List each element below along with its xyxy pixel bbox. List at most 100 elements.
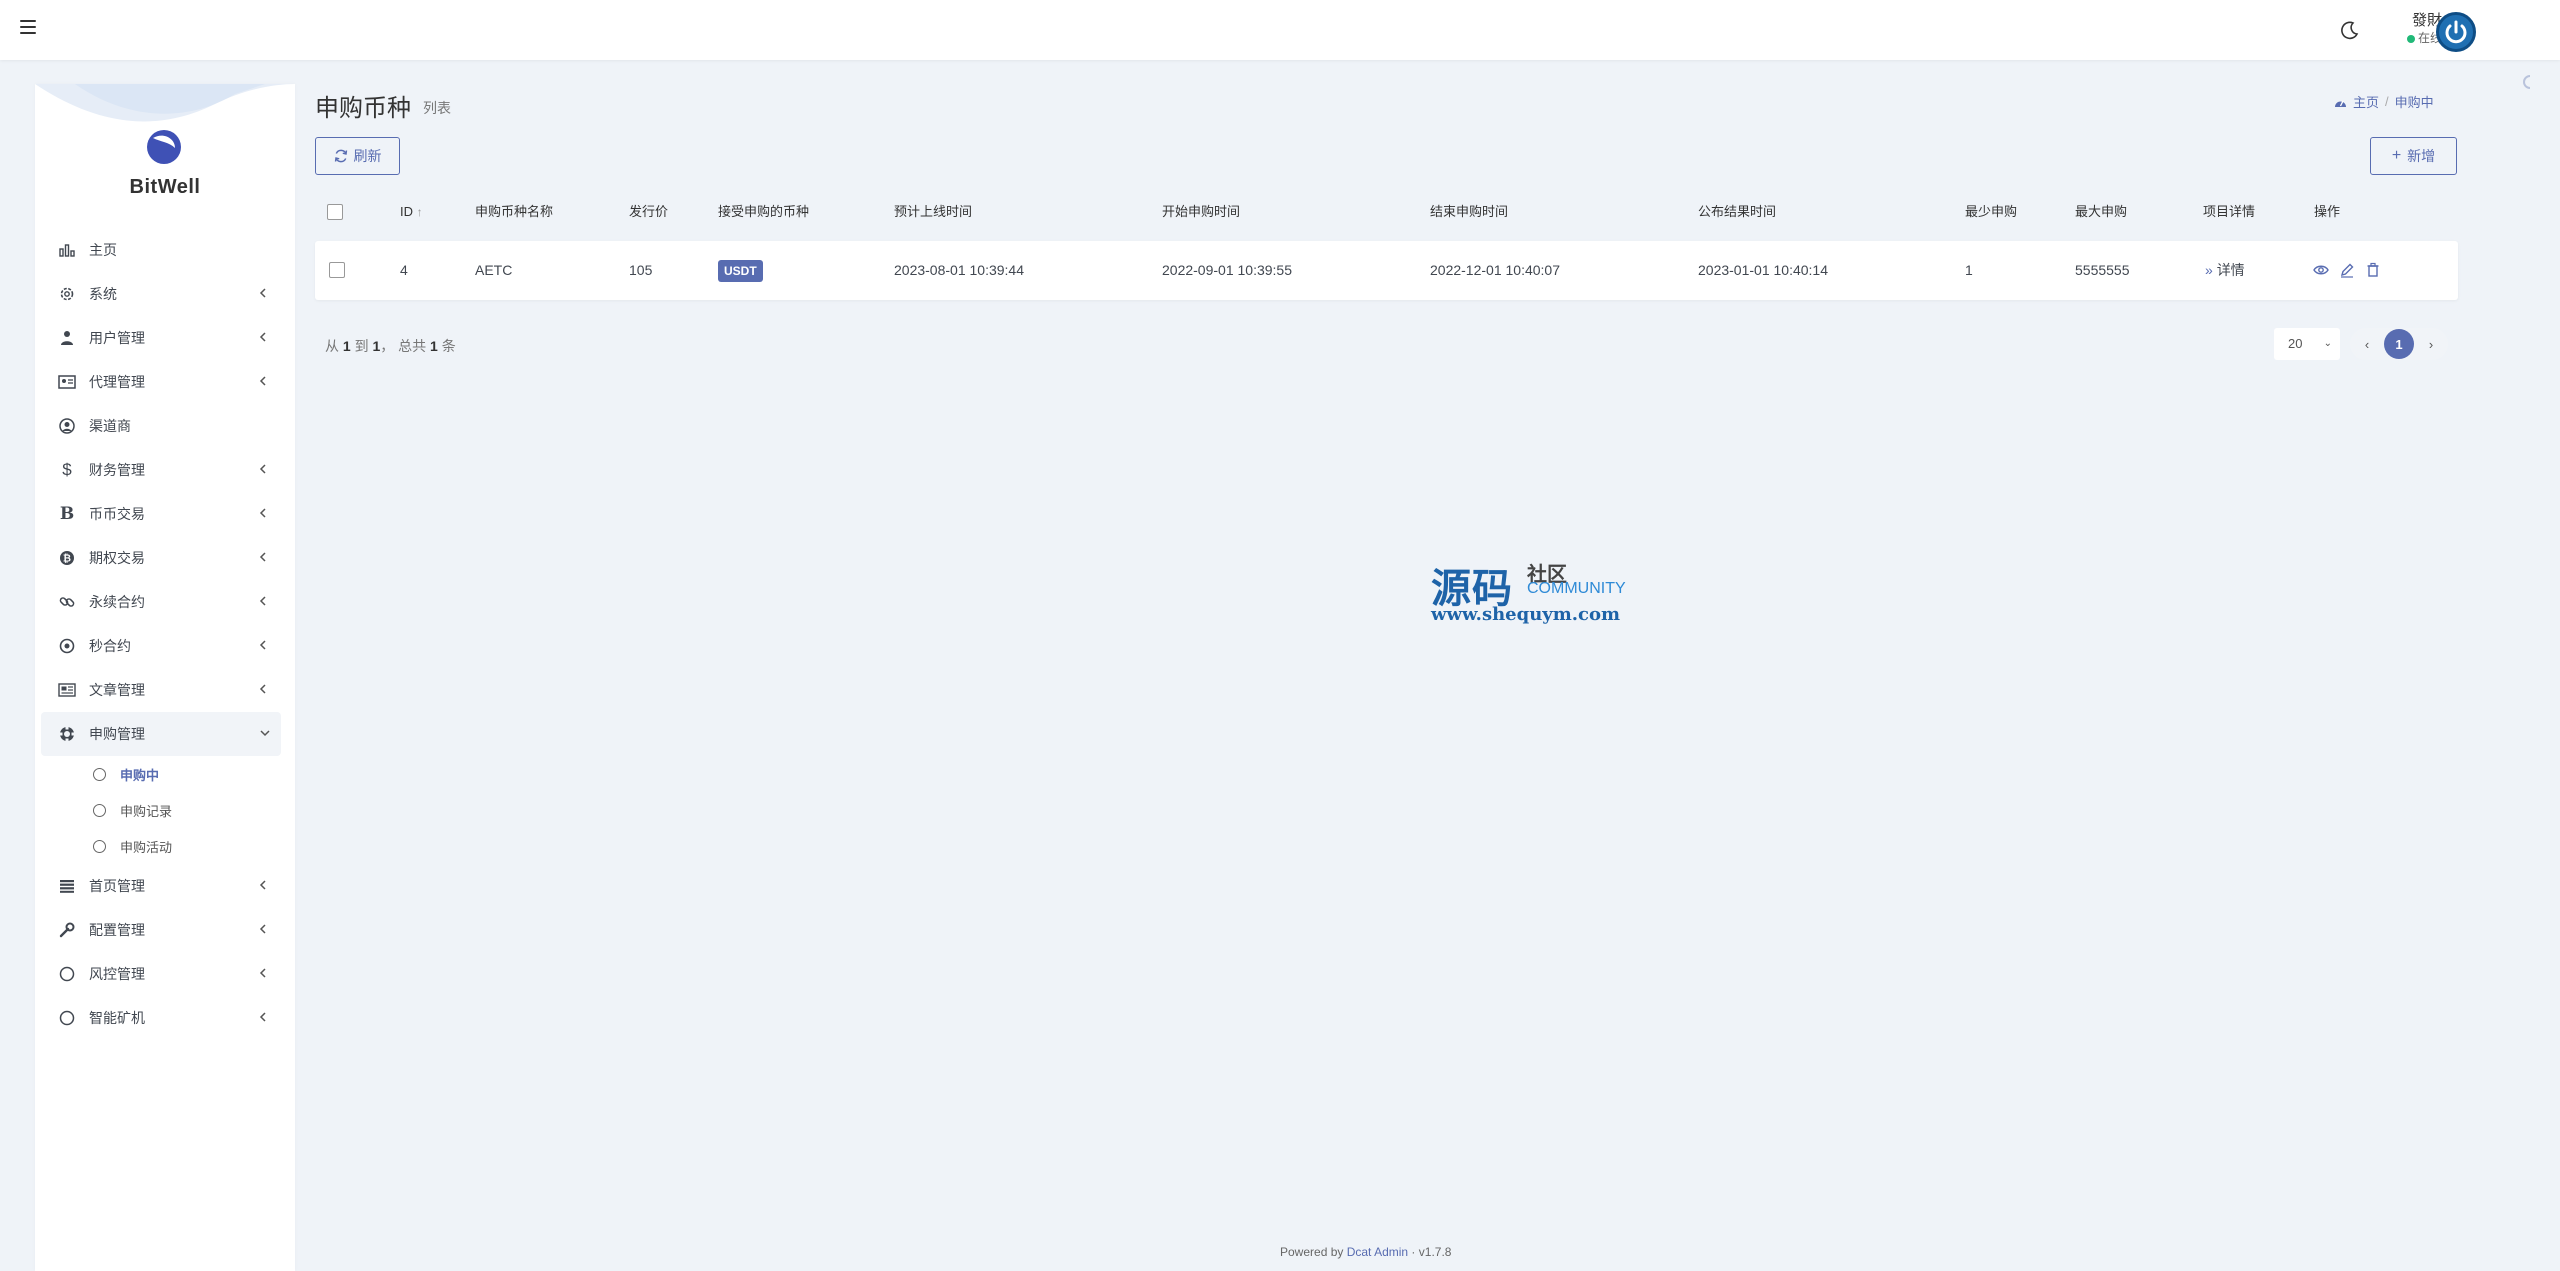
column-header-start-time: 开始申购时间 — [1162, 204, 1241, 219]
sidebar-item-config[interactable]: 配置管理 — [41, 908, 281, 952]
refresh-icon — [334, 149, 347, 163]
add-new-button[interactable]: + 新增 — [2370, 137, 2457, 175]
refresh-label: 刷新 — [353, 148, 382, 164]
cell-price: 105 — [629, 262, 653, 278]
bitwell-logo-icon — [147, 130, 181, 164]
breadcrumb-separator: / — [2385, 94, 2389, 109]
sidebar-item-label: 风控管理 — [89, 966, 145, 982]
menu-toggle-icon[interactable] — [20, 20, 36, 34]
page-title: 申购币种 — [315, 95, 411, 122]
sidebar-item-home[interactable]: 主页 — [41, 228, 281, 272]
cell-min: 1 — [1965, 262, 1973, 278]
sidebar-item-perpetual[interactable]: 永续合约 — [41, 580, 281, 624]
sidebar-item-articles[interactable]: 文章管理 — [41, 668, 281, 712]
column-header-result-time: 公布结果时间 — [1698, 204, 1777, 219]
sidebar-item-channel[interactable]: 渠道商 — [41, 404, 281, 448]
sidebar-item-second-contract[interactable]: 秒合约 — [41, 624, 281, 668]
cell-name: AETC — [475, 262, 513, 278]
column-header-min: 最少申购 — [1965, 204, 2018, 219]
user-info[interactable]: 發財 在线 — [2392, 12, 2442, 48]
chevron-left-icon — [259, 331, 271, 345]
table-header: ID ↑ 申购币种名称 发行价 接受申购的币种 预计上线时间 开始申购时间 结束… — [315, 194, 2458, 230]
cell-currency: USDT — [718, 241, 763, 300]
sidebar-item-risk[interactable]: 风控管理 — [41, 952, 281, 996]
list-icon — [57, 876, 77, 896]
chevron-left-icon — [259, 463, 271, 477]
submenu-item-label: 申购中 — [120, 767, 160, 783]
sidebar-item-homepage[interactable]: 首页管理 — [41, 864, 281, 908]
user-circle-icon — [57, 416, 77, 436]
submenu-item-subscribing[interactable]: 申购中 — [41, 756, 281, 792]
sidebar-item-label: 文章管理 — [89, 682, 145, 698]
newspaper-icon — [57, 680, 77, 700]
column-header-end-time: 结束申购时间 — [1430, 204, 1509, 219]
id-card-icon — [57, 372, 77, 392]
breadcrumb-current: 申购中 — [2394, 95, 2434, 110]
user-tie-icon — [57, 328, 77, 348]
chevron-left-icon — [259, 1011, 271, 1025]
bar-chart-icon — [57, 240, 77, 260]
sidebar-item-label: 主页 — [89, 242, 117, 258]
column-header-id[interactable]: ID ↑ — [400, 194, 423, 230]
cell-launch-time: 2023-08-01 10:39:44 — [894, 262, 1024, 278]
brand-name: BitWell — [129, 176, 201, 198]
chevron-left-icon — [259, 287, 271, 301]
column-header-max: 最大申购 — [2075, 204, 2128, 219]
next-page-button[interactable]: › — [2420, 333, 2442, 355]
column-header-launch-time: 预计上线时间 — [894, 204, 973, 219]
detail-link[interactable]: » 详情 — [2205, 241, 2245, 300]
gear-icon — [57, 284, 77, 304]
new-label: 新增 — [2407, 148, 2436, 164]
sidebar-item-options-trading[interactable]: ₿ 期权交易 — [41, 536, 281, 580]
brand: BitWell — [35, 84, 295, 214]
sidebar-item-spot-trading[interactable]: B 币币交易 — [41, 492, 281, 536]
row-checkbox[interactable] — [329, 262, 345, 278]
sidebar-item-label: 渠道商 — [89, 418, 131, 434]
cell-max: 5555555 — [2075, 262, 2130, 278]
submenu-item-records[interactable]: 申购记录 — [41, 792, 281, 828]
svg-text:₿: ₿ — [63, 553, 71, 565]
dcat-admin-link[interactable]: Dcat Admin — [1347, 1245, 1408, 1259]
sidebar-item-users[interactable]: 用户管理 — [41, 316, 281, 360]
eye-icon[interactable] — [2313, 262, 2329, 278]
sidebar-item-finance[interactable]: $ 财务管理 — [41, 448, 281, 492]
select-all-checkbox[interactable] — [327, 204, 343, 220]
sidebar-menu: 主页 系统 用户管理 代理管理 渠道商 $ 财务管理 B 币币交易 ₿ 期权交易… — [41, 228, 281, 1040]
sidebar-item-mining[interactable]: 智能矿机 — [41, 996, 281, 1040]
loading-spinner-icon — [2523, 75, 2531, 89]
refresh-button[interactable]: 刷新 — [315, 137, 400, 175]
sidebar-item-system[interactable]: 系统 — [41, 272, 281, 316]
sidebar-item-agents[interactable]: 代理管理 — [41, 360, 281, 404]
watermark-url: www.shequym.com — [1431, 604, 1621, 625]
table-row: 4 AETC 105 USDT 2023-08-01 10:39:44 2022… — [315, 241, 2458, 300]
circle-icon — [57, 1008, 77, 1028]
submenu-item-activities[interactable]: 申购活动 — [41, 828, 281, 864]
dark-mode-moon-icon[interactable] — [2340, 20, 2360, 40]
edit-icon[interactable] — [2339, 262, 2355, 278]
avatar[interactable] — [2436, 12, 2476, 52]
per-page-value: 20 — [2288, 336, 2303, 351]
sidebar-item-label: 用户管理 — [89, 330, 145, 346]
sidebar-item-subscription[interactable]: 申购管理 — [41, 712, 281, 756]
circle-icon — [57, 964, 77, 984]
per-page-select[interactable]: 20 ⌄ — [2274, 328, 2340, 360]
breadcrumb-home-link[interactable]: 主页 — [2353, 92, 2379, 111]
page-1-button[interactable]: 1 — [2384, 329, 2414, 359]
chevron-left-icon — [259, 683, 271, 697]
dot-circle-icon — [57, 636, 77, 656]
sidebar-item-label: 永续合约 — [89, 594, 145, 610]
top-navbar: 發財 在线 — [0, 0, 2560, 60]
chevron-left-icon — [259, 551, 271, 565]
cell-end-time: 2022-12-01 10:40:07 — [1430, 262, 1560, 278]
trash-icon[interactable] — [2365, 262, 2381, 278]
pagination-summary: 从 1 到 1， 总共 1 条 — [325, 338, 456, 354]
chevron-left-icon — [259, 595, 271, 609]
plus-icon: + — [2391, 147, 2402, 164]
sidebar-item-label: 财务管理 — [89, 462, 145, 478]
user-status: 在线 — [2392, 30, 2442, 46]
column-header-currency: 接受申购的币种 — [718, 204, 810, 219]
user-name: 發財 — [2411, 12, 2442, 29]
breadcrumb: 主页 / 申购中 — [2334, 92, 2434, 111]
prev-page-button[interactable]: ‹ — [2356, 333, 2378, 355]
column-header-actions: 操作 — [2314, 204, 2341, 219]
